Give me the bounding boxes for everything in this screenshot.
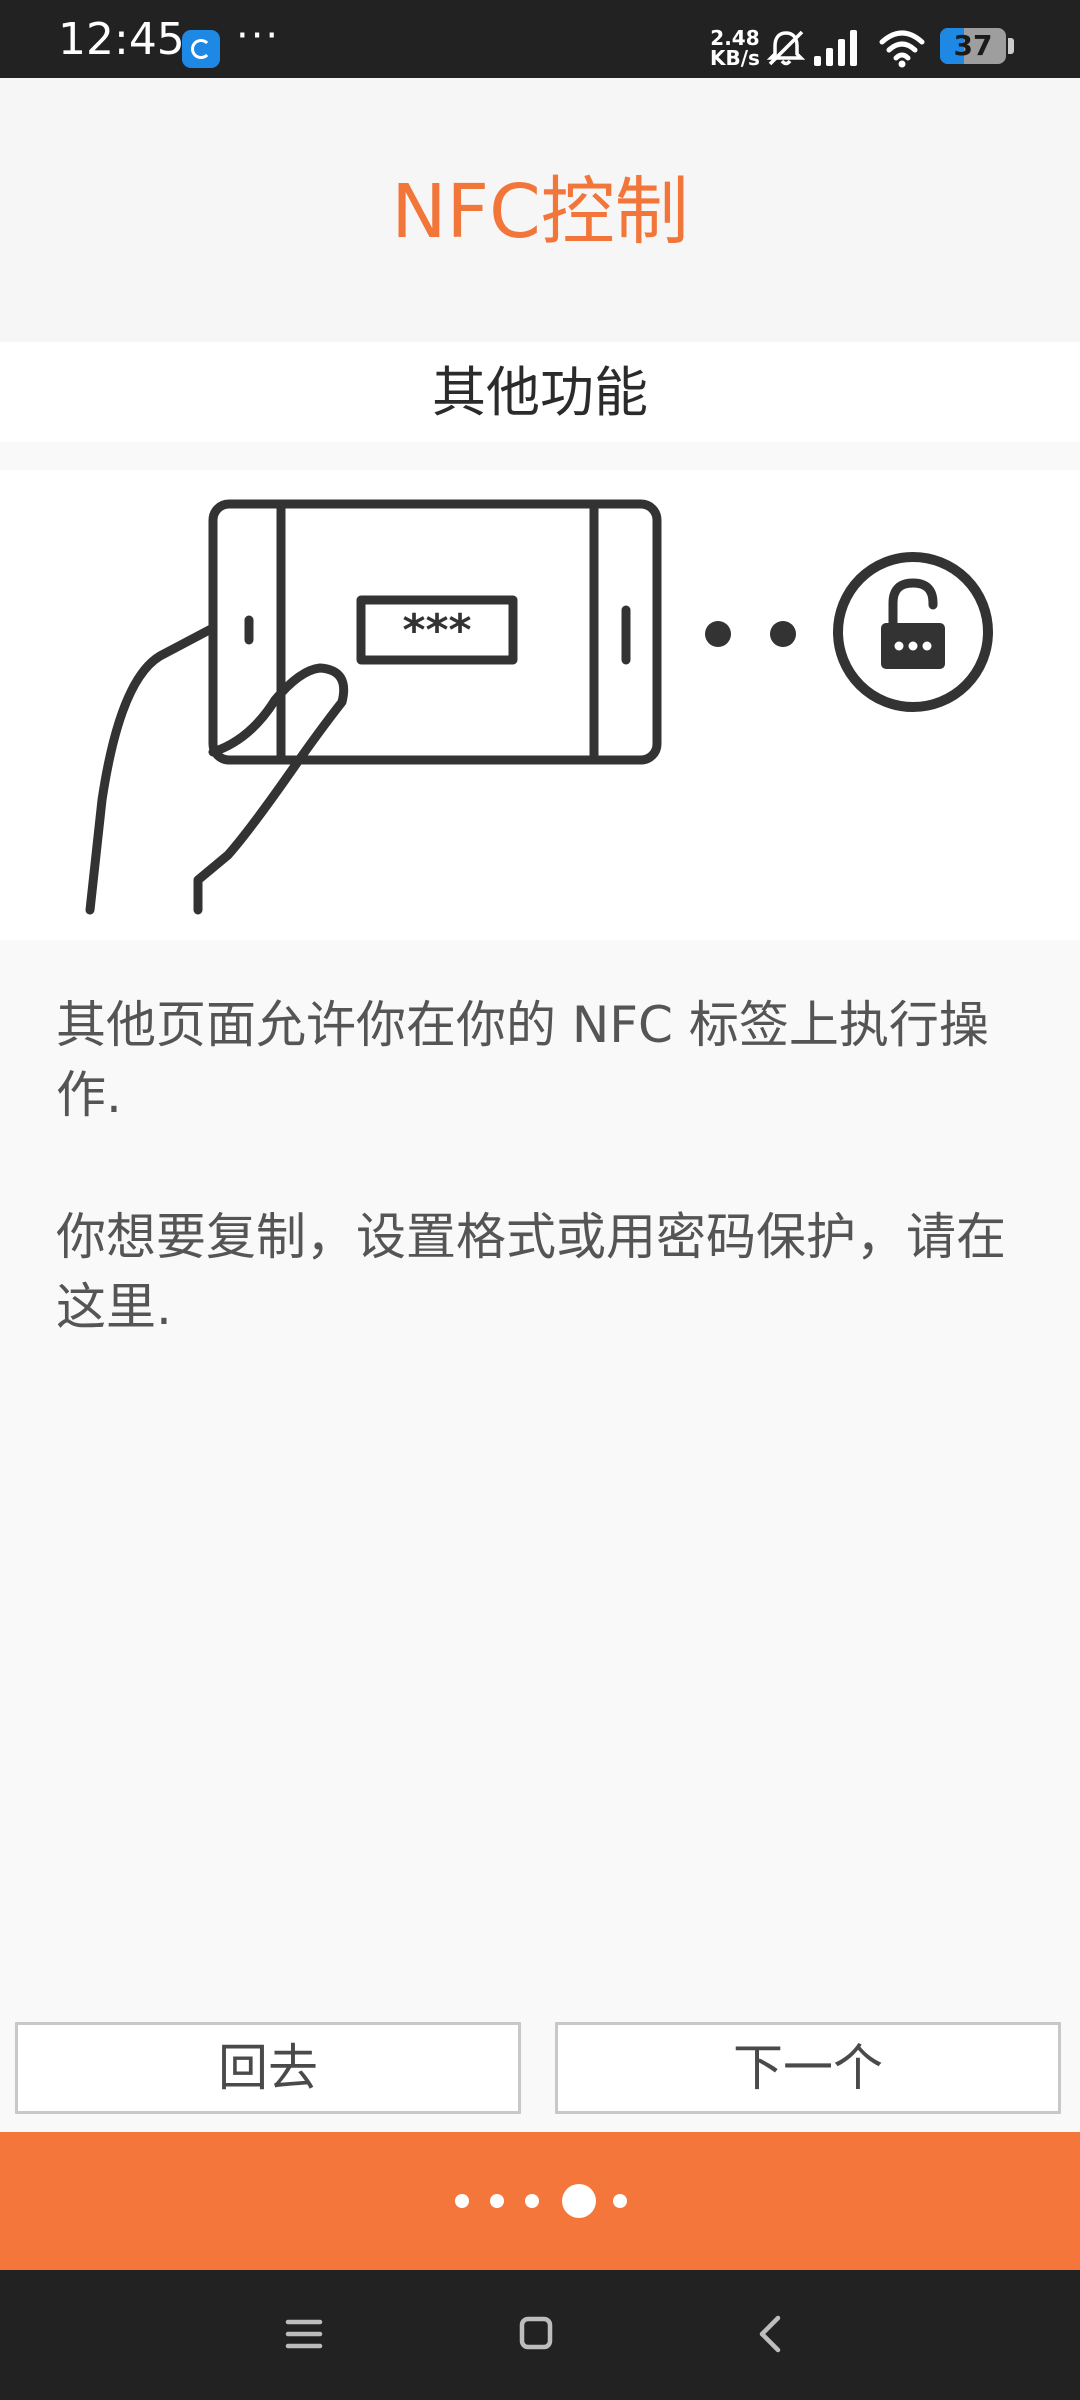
network-speed: 2.48 KB/s [710, 28, 760, 68]
home-icon[interactable] [518, 2315, 554, 2351]
description: 其他页面允许你在你的 NFC 标签上执行操作. 你想要复制，设置格式或用密码保护… [56, 990, 1026, 1414]
back-button[interactable]: 回去 [15, 2022, 521, 2114]
battery-icon: 37 [940, 28, 1006, 64]
description-paragraph-2: 你想要复制，设置格式或用密码保护，请在这里. [56, 1208, 1006, 1336]
bell-muted-icon [766, 30, 806, 66]
page-dot [455, 2194, 469, 2208]
password-mask-text: *** [402, 605, 471, 656]
signal-icon [814, 30, 857, 66]
section-title: 其他功能 [432, 361, 648, 424]
page-dot [525, 2194, 539, 2208]
app-header: NFC控制 [0, 78, 1080, 342]
page-dot [613, 2194, 627, 2208]
section-header: 其他功能 [0, 342, 1080, 442]
battery-level: 37 [953, 29, 993, 62]
menu-icon[interactable] [284, 2316, 324, 2352]
network-speed-value: 2.48 [710, 26, 760, 50]
page-dot-active [562, 2184, 596, 2218]
page-dot [490, 2194, 504, 2208]
wifi-icon [879, 30, 925, 68]
status-bar: 12:45 ··· 2.48 KB/s 37 [0, 0, 1080, 78]
lock-icon [833, 552, 993, 712]
page-title: NFC控制 [391, 169, 689, 255]
back-icon[interactable] [752, 2314, 788, 2354]
network-speed-unit: KB/s [710, 46, 760, 70]
system-navigation-bar [0, 2270, 1080, 2400]
hand-holding-phone-icon: *** [85, 499, 993, 915]
status-more: ··· [236, 13, 281, 59]
password-mask: *** [402, 605, 471, 656]
battery-tip [1008, 38, 1014, 54]
page-indicator [0, 2132, 1080, 2270]
description-paragraph-1: 其他页面允许你在你的 NFC 标签上执行操作. [56, 996, 989, 1124]
app-notification-icon [182, 30, 220, 68]
next-button[interactable]: 下一个 [555, 2022, 1061, 2114]
illustration-panel: *** [0, 470, 1080, 940]
status-time: 12:45 [58, 14, 185, 65]
